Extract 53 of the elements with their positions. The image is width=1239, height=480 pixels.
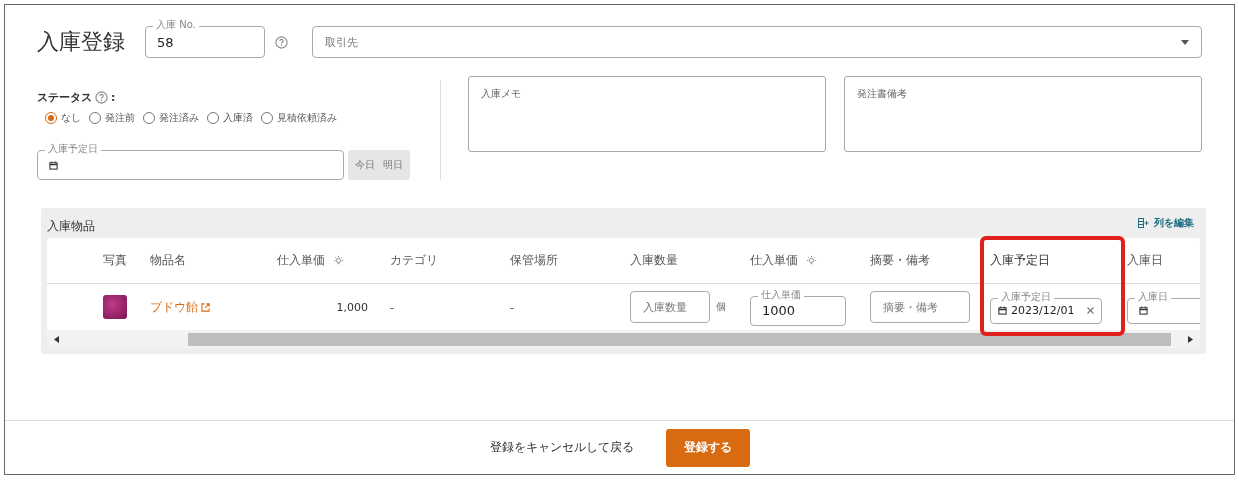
colon-text: :: [111, 91, 116, 104]
edit-columns-link[interactable]: 列を編集: [1138, 216, 1194, 230]
column-header: 保管場所: [510, 252, 558, 269]
quantity-field[interactable]: 入庫数量: [630, 291, 710, 323]
memo-input[interactable]: 摘要・備考: [870, 291, 970, 323]
column-header: カテゴリ: [390, 252, 438, 269]
scroll-right-icon[interactable]: [1188, 335, 1193, 343]
item-name-link[interactable]: ブドウ飴: [150, 298, 210, 316]
help-icon[interactable]: [275, 35, 288, 49]
unit-price-field[interactable]: 仕入単価 1000: [750, 288, 846, 326]
supplier-select[interactable]: 取引先: [312, 26, 1202, 58]
lightbulb-icon[interactable]: [333, 255, 344, 266]
status-radio[interactable]: 発注前: [89, 111, 135, 125]
help-icon[interactable]: [95, 91, 108, 104]
external-link-icon: [201, 302, 210, 312]
status-radio[interactable]: 入庫済: [207, 111, 253, 125]
column-header: 物品名: [150, 252, 186, 269]
status-radio[interactable]: 発注済み: [143, 111, 199, 125]
clear-icon[interactable]: [1087, 307, 1094, 314]
dropdown-caret-icon: [1181, 39, 1189, 45]
column-header: 仕入単価: [750, 252, 798, 269]
calendar-icon: [1139, 306, 1148, 315]
lightbulb-icon[interactable]: [806, 255, 817, 266]
column-header: 仕入単価: [277, 252, 325, 269]
column-header: 入庫数量: [630, 252, 678, 269]
scheduled-date-field[interactable]: 入庫予定日: [37, 143, 344, 180]
submit-button[interactable]: 登録する: [665, 428, 750, 467]
scroll-left-icon[interactable]: [54, 335, 59, 343]
status-radio[interactable]: 見積依頼済み: [261, 111, 337, 125]
horizontal-scrollbar[interactable]: [47, 330, 1200, 348]
status-radio[interactable]: なし: [45, 111, 81, 125]
unit-text: 個: [716, 300, 726, 314]
status-label: ステータス: [37, 90, 92, 105]
page-title: 入庫登録: [37, 27, 125, 56]
column-header: 写真: [103, 252, 127, 269]
scheduled-date-input[interactable]: 入庫予定日 2023/12/01: [990, 290, 1102, 324]
calendar-icon: [49, 160, 58, 170]
category-text: -: [390, 300, 394, 314]
calendar-icon: [998, 306, 1007, 315]
quick-date-button[interactable]: 明日: [379, 158, 407, 172]
cancel-link[interactable]: 登録をキャンセルして戻る: [489, 439, 634, 456]
column-add-icon: [1138, 218, 1149, 228]
storage-text: -: [510, 300, 514, 314]
price-text: 1,000: [336, 300, 368, 314]
entry-number-field[interactable]: 入庫 No. 58: [145, 19, 265, 58]
memo-field[interactable]: 発注書備考: [844, 76, 1202, 152]
quick-date-button[interactable]: 今日: [351, 158, 379, 172]
memo-field[interactable]: 入庫メモ: [468, 76, 826, 152]
photo-placeholder: [103, 295, 127, 319]
column-header: 摘要・備考: [870, 252, 930, 269]
column-header: 入庫予定日: [990, 252, 1050, 269]
column-header: 入庫日: [1127, 252, 1163, 269]
items-title: 入庫物品: [47, 217, 95, 235]
